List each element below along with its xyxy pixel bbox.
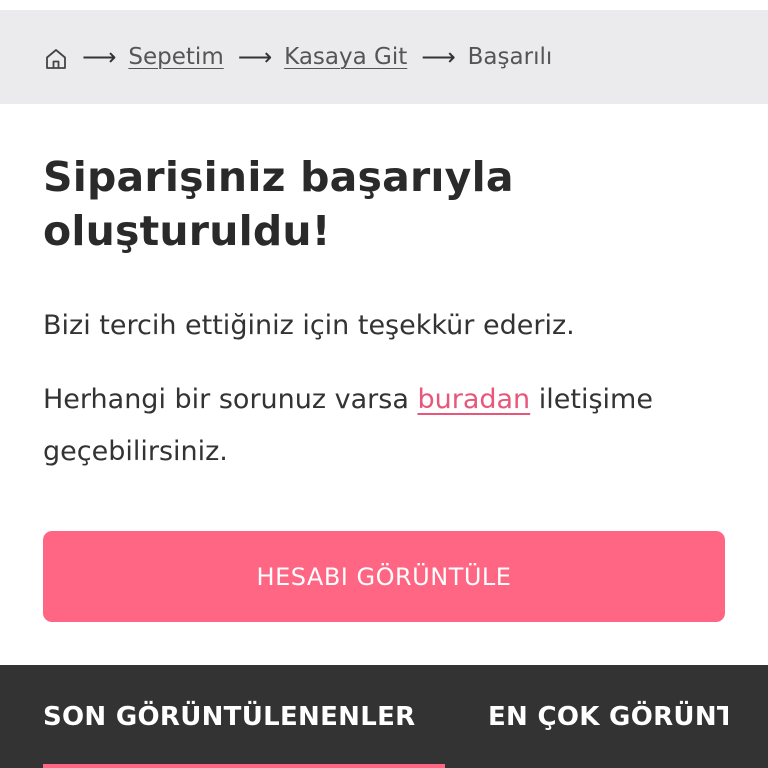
contact-prefix: Herhangi bir sorunuz varsa [43,384,418,415]
breadcrumb-separator-icon: ⟶ [237,43,273,71]
breadcrumb-item-cart[interactable]: Sepetim [128,44,223,70]
tab-most-viewed-label: EN ÇOK GÖRÜNTÜLENENLER [488,701,728,732]
top-strip [0,0,768,10]
active-tab-indicator [43,764,445,768]
main-content: Siparişiniz başarıyla oluşturuldu! Bizi … [43,150,733,478]
breadcrumb-item-current: Başarılı [467,44,553,70]
contact-message: Herhangi bir sorunuz varsa buradan ileti… [43,374,733,478]
product-tabs-bar: SON GÖRÜNTÜLENENLER EN ÇOK GÖRÜNTÜLENENL… [0,665,768,768]
page-title: Siparişiniz başarıyla oluşturuldu! [43,153,514,255]
home-icon[interactable] [44,47,68,71]
thanks-message: Bizi tercih ettiğiniz için teşekkür eder… [43,310,575,341]
breadcrumb-bar: ⟶ Sepetim ⟶ Kasaya Git ⟶ Başarılı [0,10,768,104]
breadcrumb-item-checkout[interactable]: Kasaya Git [284,44,407,70]
breadcrumb-separator-icon: ⟶ [82,43,117,71]
breadcrumb-separator-icon: ⟶ [421,43,456,71]
tab-recently-viewed-label: SON GÖRÜNTÜLENENLER [43,701,416,732]
view-account-button[interactable]: HESABI GÖRÜNTÜLE [43,531,725,622]
tab-recently-viewed[interactable]: SON GÖRÜNTÜLENENLER [43,665,445,768]
contact-link[interactable]: buradan [417,384,530,415]
tab-most-viewed[interactable]: EN ÇOK GÖRÜNTÜLENENLER [488,665,728,768]
breadcrumb: ⟶ Sepetim ⟶ Kasaya Git ⟶ Başarılı [0,43,552,71]
